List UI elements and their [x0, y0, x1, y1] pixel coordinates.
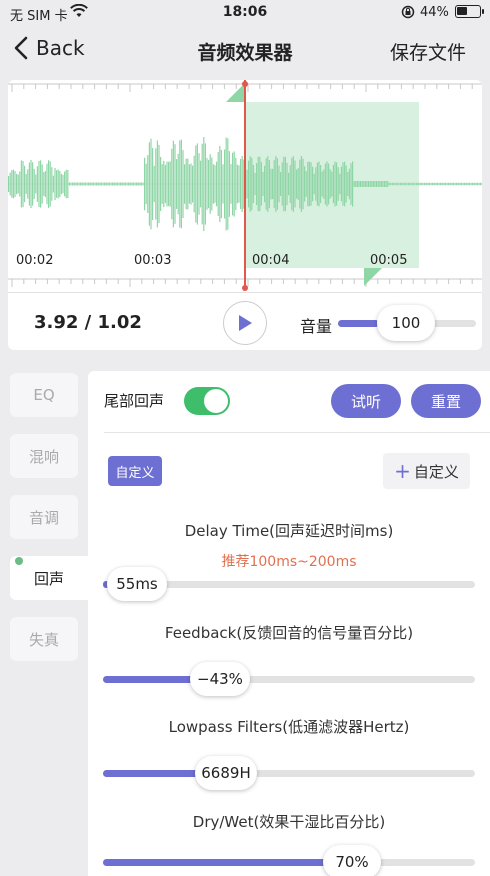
- tail-echo-label: 尾部回声: [104, 392, 165, 410]
- reset-button[interactable]: 重置: [411, 384, 481, 418]
- feedback-slider-thumb[interactable]: −43%: [190, 662, 250, 696]
- timeline-label: 00:04: [252, 253, 290, 268]
- dry-wet-slider[interactable]: [103, 859, 475, 866]
- battery-percent: 44%: [420, 5, 449, 20]
- tab-distortion[interactable]: 失真: [10, 617, 78, 661]
- active-tab-indicator: [15, 557, 23, 565]
- volume-slider-thumb[interactable]: 100: [377, 305, 435, 341]
- play-button[interactable]: [223, 301, 267, 345]
- plus-icon: +: [394, 459, 411, 483]
- selection-end-handle[interactable]: [364, 268, 382, 286]
- tab-reverb[interactable]: 混响: [10, 434, 78, 478]
- tab-eq[interactable]: EQ: [10, 373, 78, 417]
- add-custom-preset-button[interactable]: + 自定义: [383, 453, 470, 489]
- dry-wet-slider-fill: [103, 859, 345, 866]
- playback-position: 3.92 / 1.02: [34, 312, 142, 333]
- preset-chip-custom[interactable]: 自定义: [108, 456, 162, 486]
- toggle-knob: [204, 389, 228, 413]
- clock: 18:06: [222, 4, 268, 20]
- volume-label: 音量: [300, 317, 333, 336]
- dry-wet-title: Dry/Wet(效果干湿比百分比): [192, 813, 386, 831]
- timeline-label: 00:05: [370, 253, 408, 268]
- rotation-lock-icon: [401, 5, 415, 19]
- tail-echo-toggle[interactable]: [184, 387, 230, 415]
- delay-time-title: Delay Time(回声延迟时间ms): [184, 522, 394, 540]
- lowpass-filters-title: Lowpass Filters(低通滤波器Hertz): [168, 718, 410, 736]
- ruler-bottom: [11, 279, 473, 287]
- preview-button[interactable]: 试听: [331, 384, 401, 418]
- status-bar: 无 SIM 卡 18:06 44%: [0, 0, 490, 26]
- divider: [8, 292, 482, 293]
- volume-slider-fill: [338, 320, 379, 327]
- selection-start-handle[interactable]: [226, 84, 244, 102]
- battery-icon: [455, 5, 484, 18]
- navigation-bar: Back 音频效果器 保存文件: [0, 26, 490, 76]
- timeline-label: 00:03: [134, 253, 172, 268]
- delay-time-slider-thumb[interactable]: 55ms: [107, 567, 167, 601]
- feedback-slider[interactable]: [103, 676, 475, 683]
- lowpass-filters-slider-thumb[interactable]: 6689H: [195, 756, 257, 790]
- save-file-button[interactable]: 保存文件: [390, 38, 466, 65]
- tab-pitch[interactable]: 音调: [10, 495, 78, 539]
- play-icon: [239, 315, 252, 331]
- feedback-title: Feedback(反馈回音的信号量百分比): [164, 624, 414, 642]
- add-custom-label: 自定义: [413, 462, 459, 481]
- dry-wet-slider-thumb[interactable]: 70%: [323, 845, 381, 876]
- playhead-top-dot: [242, 81, 248, 87]
- timeline-label: 00:02: [16, 253, 54, 268]
- playhead-bottom-dot: [242, 285, 248, 291]
- divider: [104, 432, 490, 433]
- lowpass-filters-slider[interactable]: [103, 770, 475, 777]
